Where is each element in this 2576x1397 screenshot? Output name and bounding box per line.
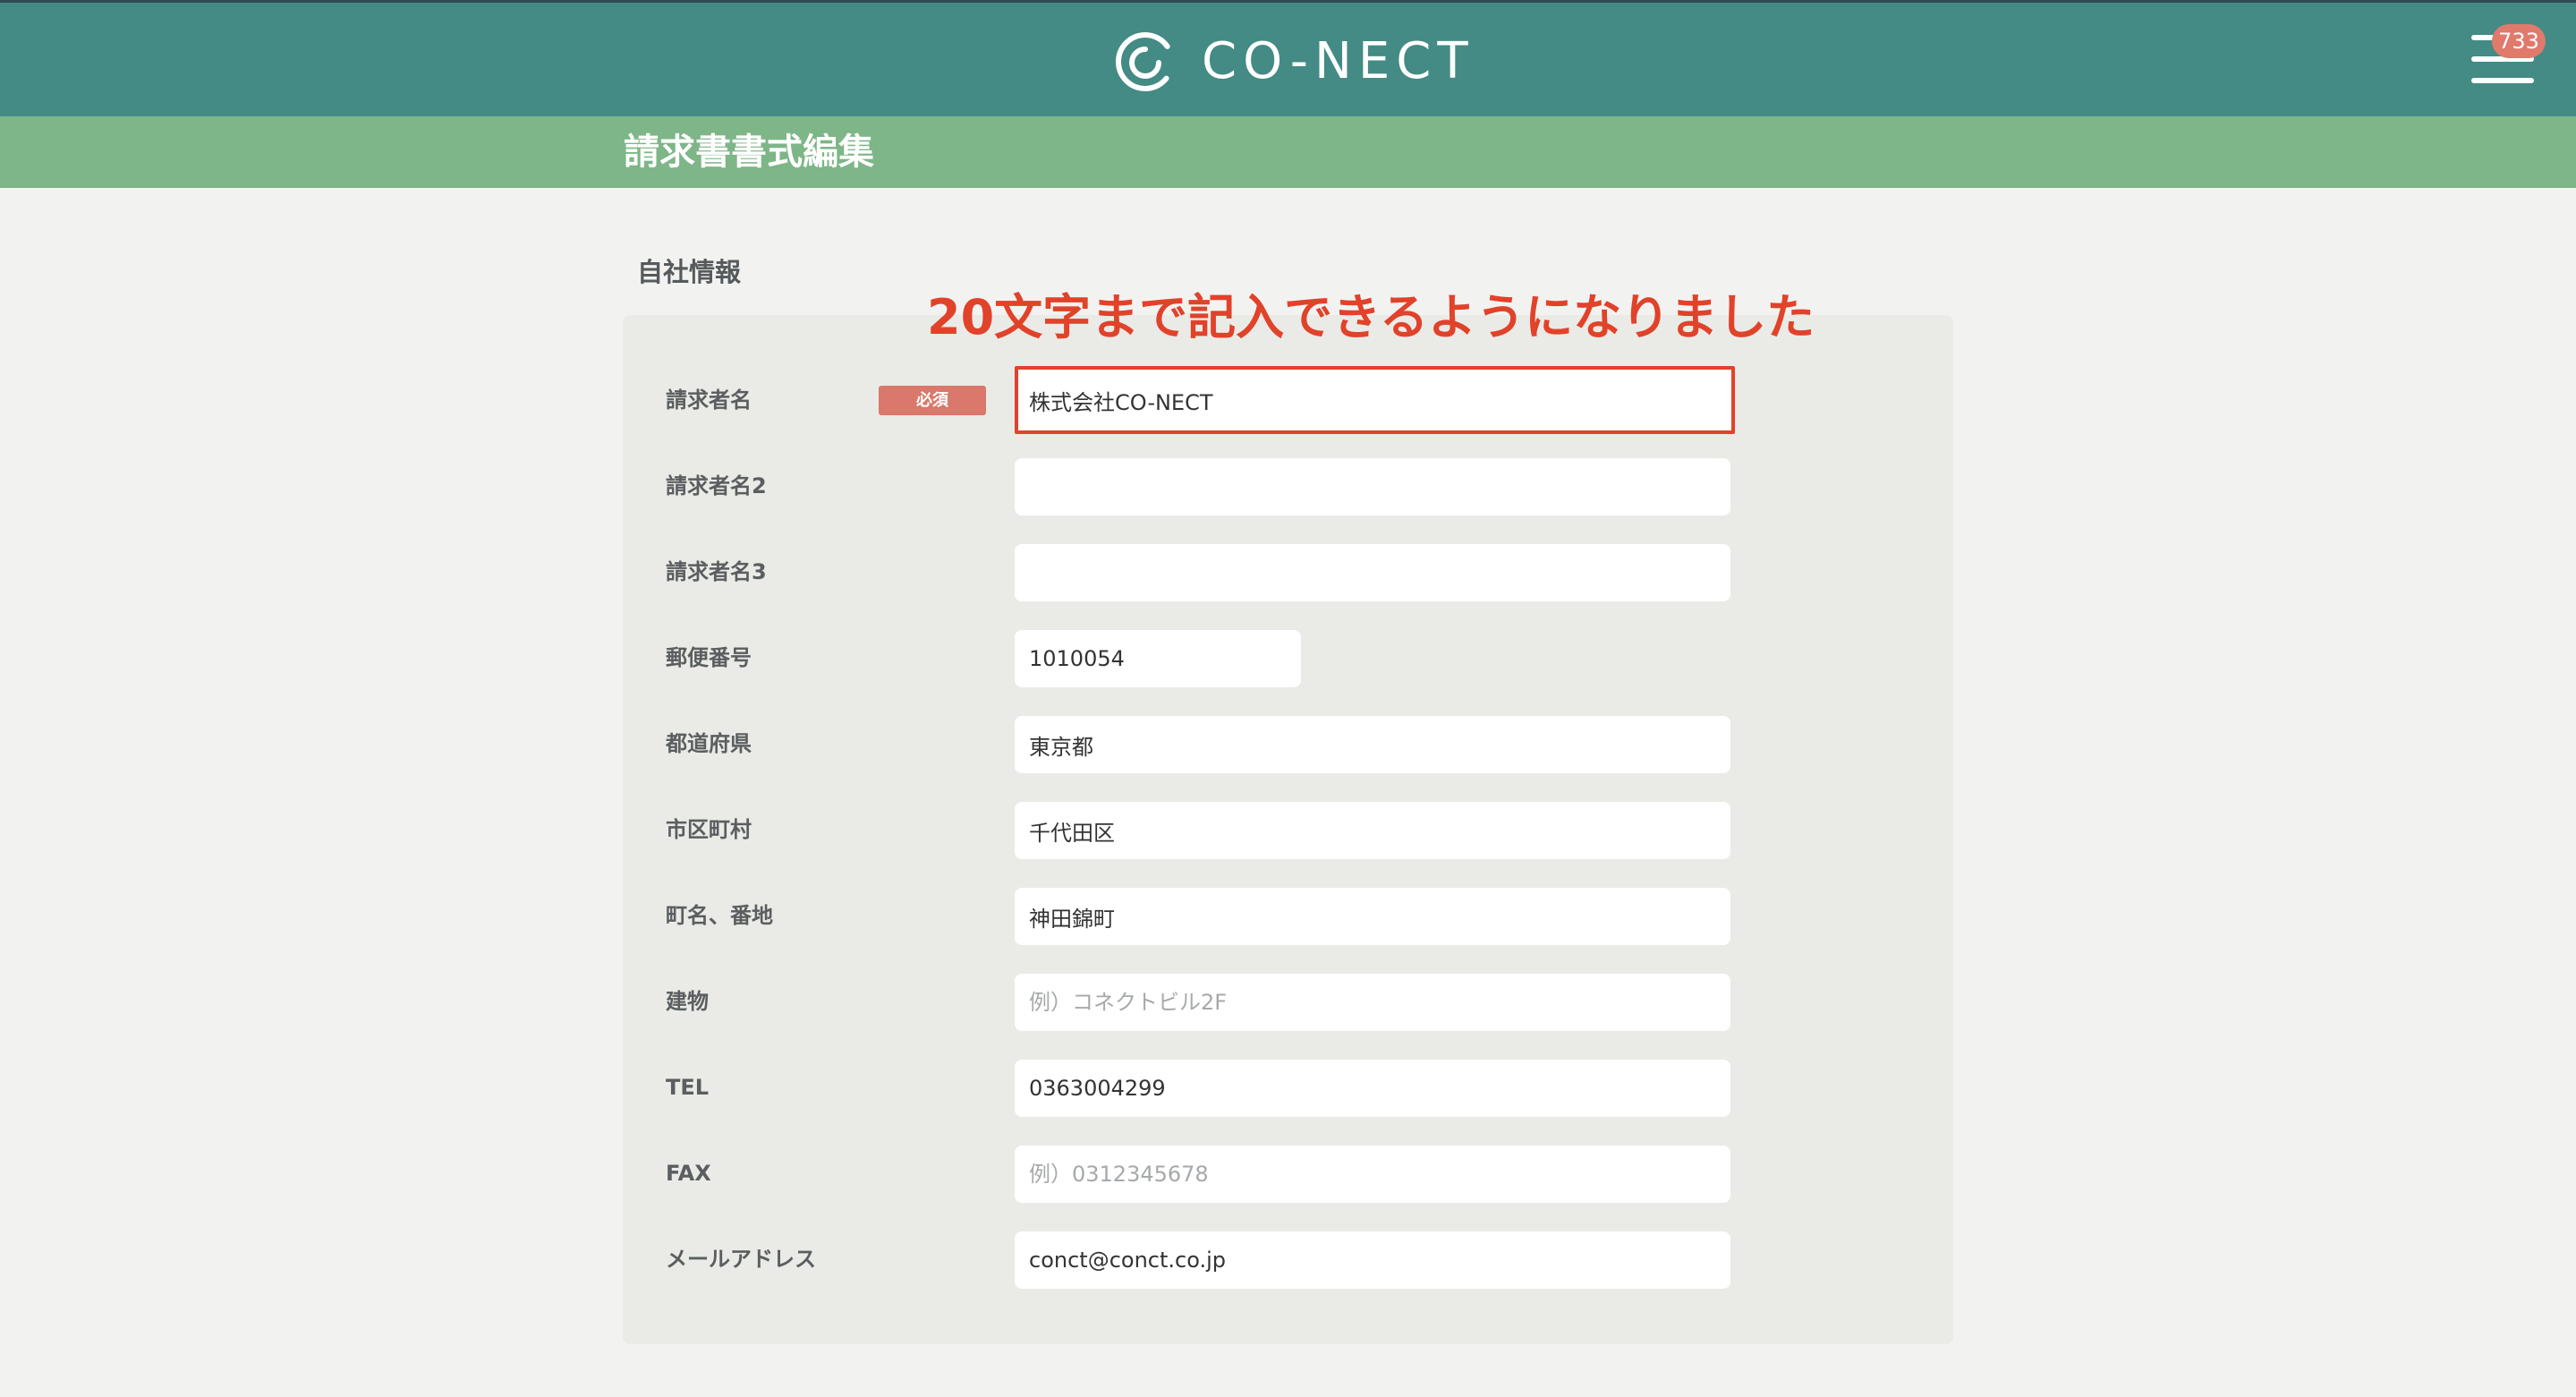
building-label: 建物 — [666, 989, 709, 1014]
menu-bar-bottom — [2471, 78, 2534, 83]
conect-logo-icon — [1116, 32, 1175, 91]
fax-input[interactable] — [1015, 1146, 1730, 1203]
email-label: メールアドレス — [666, 1247, 816, 1272]
conect-logo[interactable]: CO-NECT — [1114, 30, 1475, 94]
postal-code-label: 郵便番号 — [666, 645, 752, 670]
city-input[interactable] — [1015, 802, 1730, 859]
page-title: 請求書書式編集 — [624, 132, 874, 173]
annotation-text: 20文字まで記入できるようになりました — [927, 289, 1815, 345]
prefecture-label: 都道府県 — [666, 731, 752, 756]
fax-label: FAX — [666, 1161, 711, 1186]
billing-name-2-label: 請求者名2 — [666, 473, 767, 498]
notification-badge[interactable]: 733 — [2492, 24, 2546, 58]
building-input[interactable] — [1015, 974, 1730, 1031]
logo-text: CO-NECT — [1202, 32, 1475, 90]
street-label: 町名、番地 — [666, 903, 773, 928]
email-input[interactable] — [1015, 1231, 1730, 1289]
billing-name-input[interactable] — [1015, 366, 1735, 434]
street-input[interactable] — [1015, 888, 1730, 945]
tel-label: TEL — [666, 1075, 710, 1100]
billing-name-2-input[interactable] — [1015, 458, 1730, 515]
postal-code-input[interactable] — [1015, 630, 1301, 687]
page-title-bar: 請求書書式編集 — [0, 116, 2576, 188]
prefecture-input[interactable] — [1015, 716, 1730, 773]
required-badge: 必須 — [879, 386, 986, 415]
tel-input[interactable] — [1015, 1060, 1730, 1117]
section-title: 自社情報 — [637, 257, 742, 287]
billing-name-label: 請求者名 — [666, 388, 752, 413]
top-navigation-bar: CO-NECT 733 — [0, 0, 2576, 116]
billing-name-3-input[interactable] — [1015, 544, 1730, 601]
billing-name-3-label: 請求者名3 — [666, 559, 767, 584]
city-label: 市区町村 — [666, 817, 752, 842]
